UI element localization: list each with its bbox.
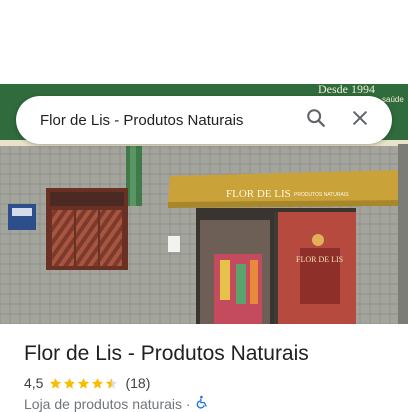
rating-row[interactable]: 4,5 (18) bbox=[24, 375, 398, 391]
awning-sub-text: PRODUTOS NATURAIS bbox=[294, 192, 349, 198]
search-button[interactable] bbox=[298, 102, 334, 138]
star-icon bbox=[78, 377, 90, 389]
star-icon bbox=[92, 377, 104, 389]
clear-search-button[interactable] bbox=[342, 102, 378, 138]
place-info: Flor de Lis - Produtos Naturais 4,5 (18)… bbox=[24, 340, 398, 412]
close-icon bbox=[350, 108, 370, 133]
awning-brand-text: FLOR DE LIS bbox=[226, 188, 291, 200]
star-icon bbox=[64, 377, 76, 389]
place-title: Flor de Lis - Produtos Naturais bbox=[24, 342, 309, 365]
star-icon bbox=[50, 377, 62, 389]
star-rating bbox=[49, 377, 119, 390]
category-row: Loja de produtos naturais · bbox=[24, 395, 398, 412]
door-logo-text: FLOR DE LIS bbox=[296, 255, 343, 264]
review-count: (18) bbox=[125, 375, 151, 391]
search-bar[interactable]: Flor de Lis - Produtos Naturais bbox=[16, 96, 392, 144]
half-star-icon bbox=[106, 377, 118, 389]
rating-value: 4,5 bbox=[24, 375, 44, 391]
place-category: Loja de produtos naturais · bbox=[24, 395, 191, 412]
wheelchair-icon bbox=[195, 395, 209, 412]
search-icon bbox=[305, 107, 327, 134]
sign-since-text: Desde 1994 bbox=[318, 84, 375, 96]
search-input[interactable]: Flor de Lis - Produtos Naturais bbox=[40, 112, 290, 129]
